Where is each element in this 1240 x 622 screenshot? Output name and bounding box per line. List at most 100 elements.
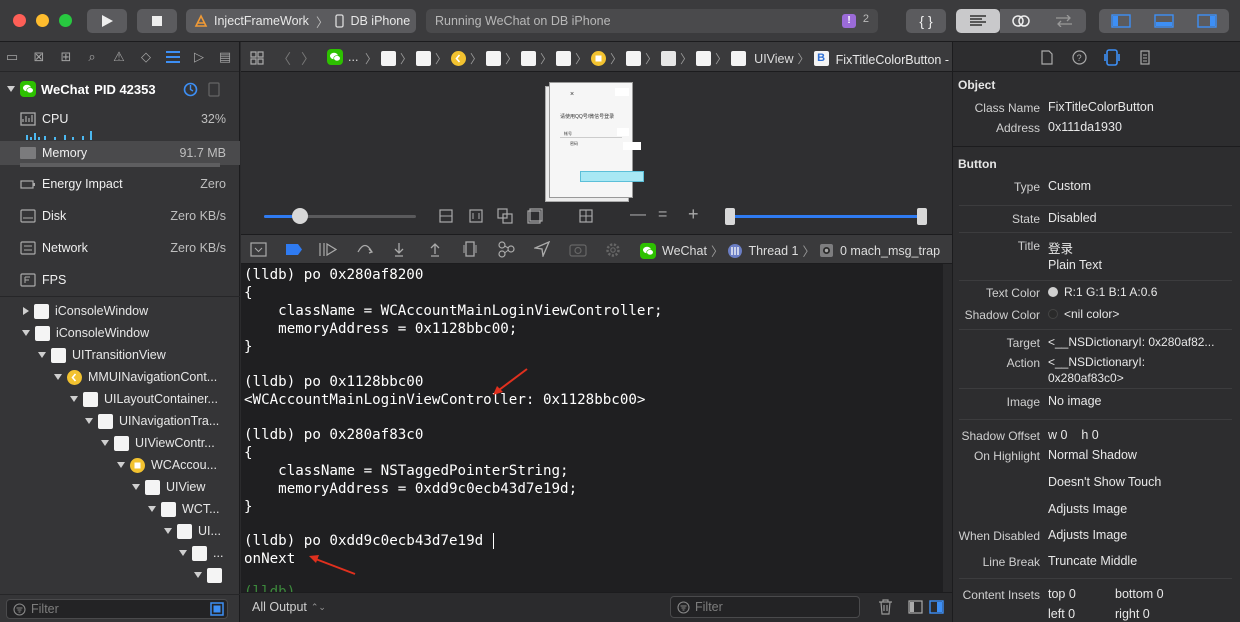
debug-icon[interactable] bbox=[165, 50, 181, 64]
jump-uiview-label[interactable]: UIView bbox=[754, 52, 793, 66]
standard-editor-button[interactable] bbox=[956, 9, 1000, 33]
gauge-memory[interactable]: Memory 91.7 MB bbox=[0, 141, 240, 165]
jump-app-label[interactable]: ... bbox=[348, 50, 358, 64]
help-icon[interactable]: ? bbox=[1072, 50, 1087, 65]
zoom-out-icon[interactable]: — bbox=[630, 206, 646, 224]
tree-node[interactable] bbox=[194, 565, 228, 585]
disclosure-down-icon[interactable] bbox=[7, 86, 15, 92]
toggle-debug-area-button[interactable] bbox=[1143, 9, 1185, 33]
tree-node[interactable]: WCAccou... bbox=[117, 455, 217, 475]
object-inspector-icon[interactable] bbox=[1104, 49, 1120, 66]
view-icon[interactable] bbox=[731, 51, 747, 66]
view-controller-icon[interactable] bbox=[591, 51, 607, 66]
hide-debug-area-icon[interactable] bbox=[250, 242, 267, 257]
split-right-icon[interactable] bbox=[929, 600, 944, 614]
toggle-navigator-button[interactable] bbox=[1099, 9, 1143, 33]
location-icon[interactable] bbox=[534, 241, 550, 257]
symbol-icon[interactable]: ⊞ bbox=[58, 49, 74, 65]
gauge-disk[interactable]: Disk Zero KB/s bbox=[0, 205, 240, 227]
navigator-filter-field[interactable]: Filter bbox=[6, 599, 228, 619]
view-icon[interactable] bbox=[556, 51, 572, 66]
version-editor-button[interactable] bbox=[1042, 9, 1086, 33]
gear-icon[interactable] bbox=[605, 242, 621, 258]
clip-content-icon[interactable] bbox=[439, 209, 453, 223]
back-arrow-icon[interactable]: 〈 bbox=[277, 49, 291, 69]
gauge-energy[interactable]: Energy Impact Zero bbox=[0, 173, 240, 195]
breakpoints-toggle-icon[interactable] bbox=[285, 243, 303, 256]
forward-arrow-icon[interactable]: 〉 bbox=[301, 49, 315, 69]
step-over-icon[interactable] bbox=[356, 242, 374, 257]
view-icon[interactable] bbox=[521, 51, 537, 66]
breakpoint-icon[interactable]: ▷ bbox=[191, 49, 207, 65]
memory-graph-icon[interactable] bbox=[498, 241, 515, 258]
tree-node[interactable]: MMUINavigationCont... bbox=[54, 367, 217, 387]
filter-options-icon[interactable] bbox=[210, 602, 224, 616]
tree-node[interactable]: UIViewContr... bbox=[101, 433, 215, 453]
view-icon[interactable] bbox=[486, 51, 502, 66]
zoom-actual-icon[interactable]: = bbox=[658, 206, 667, 224]
debug-view-hierarchy-icon[interactable] bbox=[463, 241, 477, 257]
library-button[interactable]: { } bbox=[906, 9, 946, 33]
layers-icon[interactable] bbox=[497, 208, 513, 224]
split-left-icon[interactable] bbox=[908, 600, 923, 614]
lldb-console[interactable]: (lldb) po 0x280af8200 { className = WCAc… bbox=[241, 264, 952, 592]
warning-badge-icon[interactable]: ! bbox=[842, 14, 856, 28]
range-slider-track[interactable] bbox=[725, 208, 927, 225]
camera-icon[interactable] bbox=[569, 242, 587, 257]
continue-icon[interactable] bbox=[319, 242, 337, 257]
assistant-editor-button[interactable] bbox=[1000, 9, 1042, 33]
pin-icon[interactable] bbox=[207, 82, 221, 97]
tree-node[interactable]: iConsoleWindow bbox=[22, 323, 149, 343]
view-icon[interactable] bbox=[696, 51, 712, 66]
size-inspector-icon[interactable] bbox=[1140, 50, 1150, 65]
tree-node[interactable]: ... bbox=[179, 543, 223, 563]
step-out-icon[interactable] bbox=[428, 241, 442, 257]
console-filter-field[interactable]: Filter bbox=[670, 596, 860, 618]
view-icon[interactable] bbox=[381, 51, 397, 66]
step-into-icon[interactable] bbox=[392, 242, 406, 258]
close-window-button[interactable] bbox=[13, 14, 26, 27]
tree-node[interactable]: WCT... bbox=[148, 499, 220, 519]
run-button[interactable] bbox=[87, 9, 127, 33]
scheme-selector[interactable]: InjectFrameWork 〉 DB iPhone bbox=[186, 9, 416, 33]
frames-icon[interactable] bbox=[527, 208, 543, 224]
zoom-window-button[interactable] bbox=[59, 14, 72, 27]
output-selector[interactable]: All Output ⌃⌄ bbox=[252, 600, 326, 614]
issue-icon[interactable]: ⚠ bbox=[111, 49, 127, 65]
gauge-network[interactable]: Network Zero KB/s bbox=[0, 237, 240, 259]
view-controller-icon[interactable] bbox=[451, 51, 467, 66]
zoom-slider-track[interactable] bbox=[264, 208, 416, 224]
gauge-cpu[interactable]: CPU 32% bbox=[0, 108, 240, 130]
test-icon[interactable]: ◇ bbox=[138, 49, 154, 65]
tree-node[interactable]: UIView bbox=[132, 477, 205, 497]
gauge-fps[interactable]: FPS bbox=[0, 269, 240, 291]
report-icon[interactable]: ▤ bbox=[217, 49, 233, 65]
range-slider-max-thumb[interactable] bbox=[917, 208, 927, 225]
trash-icon[interactable] bbox=[878, 599, 893, 615]
folder-icon[interactable]: ▭ bbox=[4, 49, 20, 65]
grid-layout-icon[interactable] bbox=[579, 209, 593, 223]
tree-node[interactable]: iConsoleWindow bbox=[23, 301, 148, 321]
stop-button[interactable] bbox=[137, 9, 177, 33]
source-control-icon[interactable]: ⊠ bbox=[31, 49, 47, 65]
tree-node[interactable]: UI... bbox=[164, 521, 221, 541]
grid-icon[interactable] bbox=[250, 51, 264, 65]
tree-node[interactable]: UITransitionView bbox=[38, 345, 166, 365]
zoom-slider-thumb[interactable] bbox=[292, 208, 308, 224]
toggle-inspector-button[interactable] bbox=[1185, 9, 1229, 33]
zoom-in-icon[interactable]: + bbox=[688, 204, 699, 225]
search-icon[interactable]: ⌕ bbox=[84, 49, 100, 65]
range-slider-min-thumb[interactable] bbox=[725, 208, 735, 225]
debug-process-crumb[interactable]: WeChat 〉 Thread 1 〉 0 mach_msg_trap bbox=[640, 241, 940, 260]
view-icon[interactable] bbox=[661, 51, 677, 66]
tree-node[interactable]: UINavigationTra... bbox=[85, 411, 219, 431]
view-icon[interactable] bbox=[626, 51, 642, 66]
view-icon[interactable] bbox=[416, 51, 432, 66]
show-constraints-icon[interactable] bbox=[469, 209, 483, 223]
minimize-window-button[interactable] bbox=[36, 14, 49, 27]
device-preview[interactable]: × 请使用QQ号/微信号登录 帐号 密码 bbox=[545, 82, 644, 202]
gauge-circle-icon[interactable] bbox=[183, 82, 198, 97]
file-icon[interactable] bbox=[1041, 50, 1053, 65]
tree-node[interactable]: UILayoutContainer... bbox=[70, 389, 218, 409]
view-debugger-canvas[interactable]: × 请使用QQ号/微信号登录 帐号 密码 — = + bbox=[241, 72, 952, 234]
